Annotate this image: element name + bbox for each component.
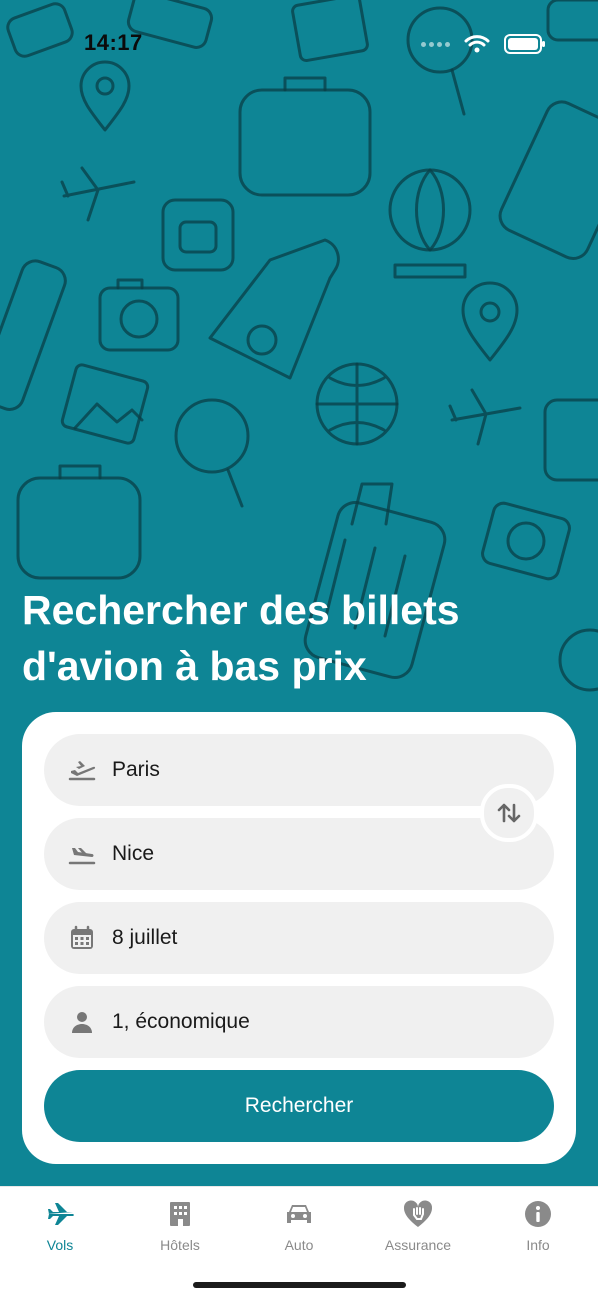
status-time: 14:17: [84, 30, 143, 55]
person-icon: [68, 1008, 96, 1036]
hero-background: 14:17 Rechercher des billets d'avion à b…: [0, 0, 598, 1186]
tab-label: Auto: [284, 1237, 314, 1253]
swap-button[interactable]: [480, 784, 538, 842]
wifi-icon: [464, 35, 490, 53]
status-bar: 14:17: [0, 0, 598, 90]
swap-arrows-icon: [497, 803, 521, 823]
origin-value: Paris: [112, 758, 160, 781]
destination-value: Nice: [112, 842, 155, 865]
passengers-value: 1, économique: [112, 1010, 250, 1033]
building-icon: [165, 1199, 195, 1229]
destination-field[interactable]: Nice: [44, 818, 554, 890]
tab-label: Hôtels: [160, 1237, 200, 1253]
calendar-icon: [68, 924, 96, 952]
cellular-signal-icon: [421, 41, 450, 47]
search-button[interactable]: Rechercher: [44, 1070, 554, 1142]
passengers-field[interactable]: 1, économique: [44, 986, 554, 1058]
tab-label: Vols: [46, 1237, 74, 1253]
origin-field[interactable]: Paris: [44, 734, 554, 806]
home-indicator: [193, 1282, 406, 1288]
landing-icon: [68, 840, 96, 868]
battery-icon: [504, 34, 545, 54]
tab-info[interactable]: Info: [478, 1199, 598, 1259]
flight-search-card: Paris Nice 8 juillet 1, économique Reche…: [22, 712, 576, 1164]
heart-hand-icon: [403, 1199, 433, 1229]
date-value: 8 juillet: [112, 926, 178, 949]
date-field[interactable]: 8 juillet: [44, 902, 554, 974]
takeoff-icon: [68, 756, 96, 784]
car-icon: [284, 1199, 314, 1229]
tab-label: Assurance: [384, 1237, 452, 1253]
page-headline: Rechercher des billets d'avion à bas pri…: [22, 587, 460, 689]
tab-assurance[interactable]: Assurance: [358, 1199, 478, 1259]
info-icon: [523, 1199, 553, 1229]
status-icons: [421, 34, 545, 54]
tab-label: Info: [526, 1237, 550, 1253]
airplane-icon: [45, 1199, 75, 1229]
tab-auto[interactable]: Auto: [239, 1199, 359, 1259]
tab-vols[interactable]: Vols: [0, 1199, 120, 1259]
tab-hotels[interactable]: Hôtels: [120, 1199, 240, 1259]
